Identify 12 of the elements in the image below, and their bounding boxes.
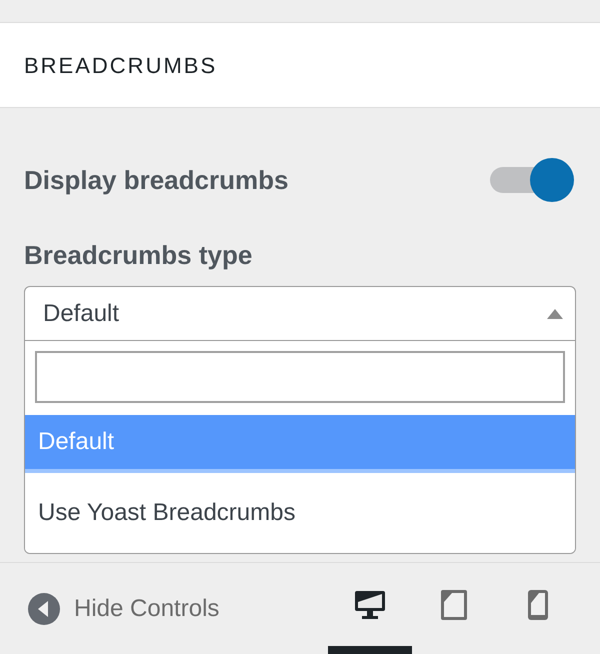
arrow-left-circle-icon — [28, 592, 60, 624]
search-field[interactable] — [35, 351, 565, 403]
phone-icon — [527, 588, 549, 620]
tablet-icon — [439, 588, 469, 620]
select-field[interactable]: Default — [25, 287, 575, 341]
desktop-icon — [353, 588, 387, 620]
caret-up-icon — [547, 308, 563, 318]
toggle-switch[interactable] — [488, 158, 574, 202]
toggle-label: Display breadcrumbs — [24, 164, 288, 196]
select-label: Breadcrumbs type — [24, 240, 254, 270]
section-title: BREADCRUMBS — [24, 52, 218, 80]
hide-controls-button[interactable]: Hide Controls — [28, 590, 220, 626]
